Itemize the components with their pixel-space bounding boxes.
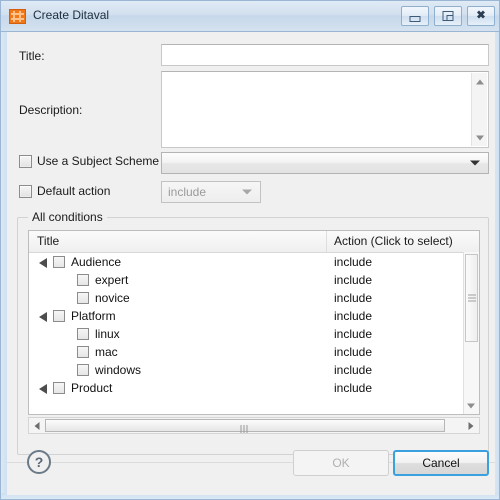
hscrollbar-thumb[interactable] (45, 419, 445, 433)
conditions-table[interactable]: Title Action (Click to select) Audience i… (28, 230, 480, 415)
expander-triangle-icon[interactable] (39, 384, 47, 394)
column-header-title[interactable]: Title (37, 234, 59, 248)
table-row[interactable]: windows include (29, 361, 479, 379)
all-conditions-group: All conditions Title Action (Click to se… (17, 210, 489, 455)
table-header: Title Action (Click to select) (29, 231, 479, 253)
table-row[interactable]: linux include (29, 325, 479, 343)
default-action-checkbox[interactable] (19, 185, 32, 198)
table-row[interactable]: mac include (29, 343, 479, 361)
scroll-up-arrow-icon[interactable] (472, 74, 487, 89)
minimize-button[interactable] (401, 6, 429, 26)
table-vertical-scrollbar[interactable] (463, 252, 479, 414)
title-label: Title: (19, 49, 45, 63)
row-action[interactable]: include (334, 309, 372, 323)
scroll-down-arrow-icon[interactable] (464, 399, 478, 413)
window-title: Create Ditaval (33, 8, 110, 22)
column-divider[interactable] (326, 231, 327, 252)
row-title: windows (95, 363, 142, 377)
table-row[interactable]: novice include (29, 289, 479, 307)
table-horizontal-scrollbar[interactable] (28, 417, 480, 434)
close-button[interactable]: ✖ (467, 6, 495, 26)
help-button[interactable]: ? (27, 450, 51, 474)
cancel-button[interactable]: Cancel (393, 450, 489, 476)
create-ditaval-dialog: Create Ditaval ✖ Title: Description: Use… (0, 0, 500, 500)
all-conditions-label: All conditions (28, 210, 107, 224)
scrollbar-thumb[interactable] (465, 254, 478, 342)
scroll-left-arrow-icon[interactable] (29, 418, 45, 433)
description-field[interactable] (161, 71, 489, 148)
row-action[interactable]: include (334, 345, 372, 359)
expander-triangle-icon[interactable] (39, 312, 47, 322)
chevron-down-icon (470, 160, 480, 166)
row-checkbox[interactable] (77, 346, 89, 358)
description-label: Description: (19, 103, 83, 117)
row-title: Audience (71, 255, 122, 269)
minimize-icon (409, 16, 421, 22)
default-action-combo[interactable]: include (161, 181, 261, 203)
row-title: linux (95, 327, 120, 341)
scroll-right-arrow-icon[interactable] (463, 418, 479, 433)
default-action-value: include (168, 185, 207, 199)
title-bar[interactable]: Create Ditaval ✖ (1, 1, 499, 32)
table-row[interactable]: Product include (29, 379, 479, 397)
row-checkbox[interactable] (53, 256, 65, 268)
row-checkbox[interactable] (77, 364, 89, 376)
row-checkbox[interactable] (53, 310, 65, 322)
maximize-icon (442, 11, 454, 21)
subject-scheme-checkbox[interactable] (19, 155, 32, 168)
ditaval-icon (9, 9, 26, 24)
table-row[interactable]: expert include (29, 271, 479, 289)
scroll-down-arrow-icon[interactable] (472, 130, 487, 145)
subject-scheme-combo[interactable] (161, 152, 489, 174)
row-action[interactable]: include (334, 327, 372, 341)
checkbox-inner (21, 187, 30, 196)
row-checkbox[interactable] (53, 382, 65, 394)
close-icon: ✖ (476, 9, 486, 22)
row-title: mac (95, 345, 118, 359)
row-action[interactable]: include (334, 363, 372, 377)
default-action-label: Default action (37, 184, 111, 198)
description-scrollbar[interactable] (471, 73, 487, 146)
chevron-down-icon (242, 189, 252, 195)
grip-icon (467, 294, 476, 302)
expander-triangle-icon[interactable] (39, 258, 47, 268)
title-input[interactable] (161, 44, 489, 66)
table-row[interactable]: Audience include (29, 253, 479, 271)
row-title: expert (95, 273, 129, 287)
ok-button[interactable]: OK (293, 450, 389, 476)
row-action[interactable]: include (334, 291, 372, 305)
row-checkbox[interactable] (77, 328, 89, 340)
row-title: novice (95, 291, 130, 305)
window-controls: ✖ (401, 6, 495, 26)
checkbox-inner (21, 157, 30, 166)
row-title: Platform (71, 309, 116, 323)
row-checkbox[interactable] (77, 292, 89, 304)
row-action[interactable]: include (334, 273, 372, 287)
table-rows: Audience include expert include novice includ… (29, 253, 479, 414)
dialog-content: Title: Description: Use a Subject Scheme… (7, 32, 495, 495)
row-action[interactable]: include (334, 381, 372, 395)
column-header-action[interactable]: Action (Click to select) (334, 234, 453, 248)
grip-icon (240, 422, 250, 433)
row-checkbox[interactable] (77, 274, 89, 286)
table-row[interactable]: Platform include (29, 307, 479, 325)
row-action[interactable]: include (334, 255, 372, 269)
subject-scheme-label: Use a Subject Scheme (37, 154, 160, 168)
row-title: Product (71, 381, 113, 395)
maximize-button[interactable] (434, 6, 462, 26)
